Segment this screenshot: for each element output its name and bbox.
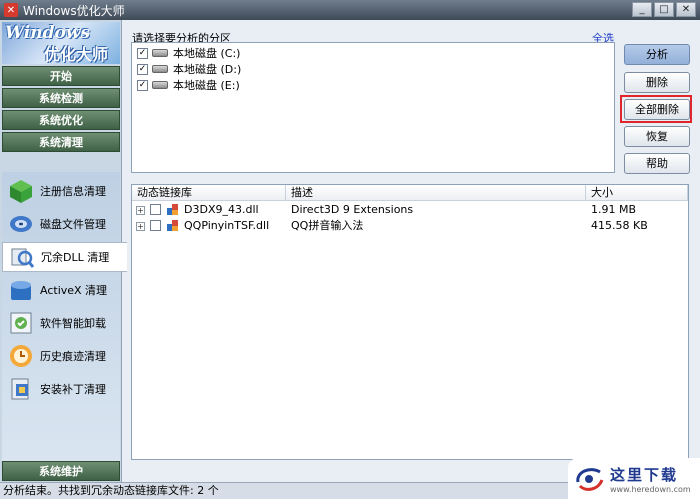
- subnav-disk-files[interactable]: 磁盘文件管理: [2, 209, 120, 239]
- logo-text-cn: 优化大师: [44, 45, 109, 64]
- window-title: Windows优化大师: [23, 3, 125, 18]
- subnav-smart-uninstall[interactable]: 软件智能卸载: [2, 308, 120, 338]
- drive-checkbox[interactable]: ✓: [137, 63, 148, 75]
- minimize-button[interactable]: _: [632, 2, 652, 17]
- drive-checkbox[interactable]: ✓: [137, 79, 148, 91]
- status-text: 分析结束。共找到冗余动态链接库文件: 2 个: [3, 484, 219, 497]
- drive-item-c[interactable]: ✓ 本地磁盘 (C:): [137, 45, 240, 61]
- partition-list: ✓ 本地磁盘 (C:) ✓ 本地磁盘 (D:) ✓ 本地磁盘 (E:): [131, 42, 615, 173]
- hard-drive-icon: [152, 65, 168, 73]
- drive-item-e[interactable]: ✓ 本地磁盘 (E:): [137, 77, 240, 93]
- nav-system-maintain[interactable]: 系统维护: [2, 461, 120, 481]
- subnav-registry-clean[interactable]: 注册信息清理: [2, 176, 120, 206]
- nav-system-detect[interactable]: 系统检测: [2, 88, 120, 108]
- drive-label: 本地磁盘 (C:): [173, 47, 241, 60]
- watermark-logo-icon: [576, 467, 604, 491]
- window-controls: _ □ ✕: [632, 2, 696, 17]
- subnav-patch-clean[interactable]: 安装补丁清理: [2, 374, 120, 404]
- subnav-label: 安装补丁清理: [40, 383, 106, 396]
- subnav-label: 软件智能卸载: [40, 317, 106, 330]
- table-row[interactable]: + D3DX9_43.dll Direct3D 9 Extensions 1.9…: [132, 202, 688, 218]
- dll-size: 1.91 MB: [591, 203, 637, 216]
- clean-subnav: 注册信息清理 磁盘文件管理 冗余DLL 清理 ActiveX 清理 软件智能卸载: [2, 172, 127, 478]
- subnav-label: ActiveX 清理: [40, 284, 108, 297]
- dll-description: QQ拼音输入法: [291, 219, 364, 232]
- close-button[interactable]: ✕: [676, 2, 696, 17]
- registry-cube-icon: [10, 180, 32, 203]
- subnav-label: 磁盘文件管理: [40, 218, 106, 231]
- uninstall-icon: [10, 312, 32, 334]
- column-header-dll[interactable]: 动态链接库: [132, 185, 286, 201]
- logo-text-windows: Windows: [5, 23, 91, 43]
- dll-list: 动态链接库 描述 大小 + D3DX9_43.dll Direct3D 9 Ex…: [131, 184, 689, 460]
- nav-start[interactable]: 开始: [2, 66, 120, 86]
- subnav-redundant-dll[interactable]: 冗余DLL 清理: [2, 242, 127, 272]
- help-button[interactable]: 帮助: [624, 153, 690, 174]
- dll-name: D3DX9_43.dll: [184, 203, 259, 216]
- subnav-label: 历史痕迹清理: [40, 350, 106, 363]
- row-checkbox[interactable]: [150, 204, 161, 215]
- delete-button[interactable]: 删除: [624, 72, 690, 93]
- watermark: 这里下载 www.heredown.com: [568, 458, 700, 499]
- expand-icon[interactable]: +: [136, 222, 145, 231]
- activex-icon: [11, 281, 31, 300]
- hard-drive-icon: [152, 49, 168, 57]
- app-logo: Windows 优化大师: [2, 22, 120, 64]
- column-header-description[interactable]: 描述: [286, 185, 586, 201]
- table-row[interactable]: + QQPinyinTSF.dll QQ拼音输入法 415.58 KB: [132, 218, 688, 234]
- drive-label: 本地磁盘 (D:): [173, 63, 242, 76]
- patch-icon: [11, 378, 29, 400]
- dll-search-icon: [11, 248, 35, 268]
- drive-checkbox[interactable]: ✓: [137, 47, 148, 59]
- nav-system-clean[interactable]: 系统清理: [2, 132, 120, 152]
- subnav-label: 冗余DLL 清理: [41, 251, 110, 264]
- dll-description: Direct3D 9 Extensions: [291, 203, 414, 216]
- drive-item-d[interactable]: ✓ 本地磁盘 (D:): [137, 61, 241, 77]
- dll-size: 415.58 KB: [591, 219, 648, 232]
- watermark-text: 这里下载: [610, 465, 679, 484]
- drive-label: 本地磁盘 (E:): [173, 79, 240, 92]
- nav-system-optimize[interactable]: 系统优化: [2, 110, 120, 130]
- column-header-size[interactable]: 大小: [586, 185, 688, 201]
- maximize-button[interactable]: □: [654, 2, 674, 17]
- row-checkbox[interactable]: [150, 220, 161, 231]
- disk-icon: [10, 216, 32, 232]
- subnav-label: 注册信息清理: [40, 185, 106, 198]
- restore-button[interactable]: 恢复: [624, 126, 690, 147]
- title-bar: ✕ Windows优化大师 _ □ ✕: [0, 0, 700, 20]
- hard-drive-icon: [152, 81, 168, 89]
- dll-name: QQPinyinTSF.dll: [184, 219, 270, 232]
- dll-file-icon: [167, 204, 178, 215]
- subnav-history-clean[interactable]: 历史痕迹清理: [2, 341, 120, 371]
- watermark-url: www.heredown.com: [610, 484, 691, 494]
- analyze-button[interactable]: 分析: [624, 44, 690, 65]
- left-nav-panel: Windows 优化大师 开始 系统检测 系统优化 系统清理 注册信息清理 磁盘…: [0, 20, 127, 482]
- app-icon: ✕: [4, 3, 18, 17]
- subnav-activex[interactable]: ActiveX 清理: [2, 275, 120, 305]
- dll-file-icon: [167, 220, 178, 231]
- history-icon: [10, 345, 32, 367]
- expand-icon[interactable]: +: [136, 206, 145, 215]
- delete-all-button[interactable]: 全部删除: [624, 99, 690, 120]
